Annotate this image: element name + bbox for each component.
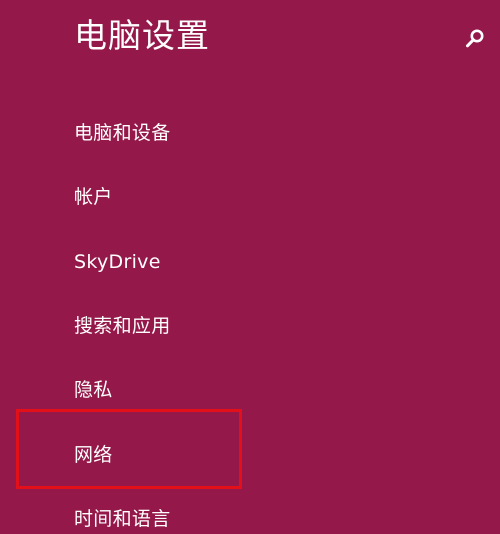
nav-item-accounts[interactable]: 帐户 [74,182,113,212]
nav-item-search-and-apps[interactable]: 搜索和应用 [74,311,171,341]
nav-item-pc-and-devices[interactable]: 电脑和设备 [74,118,171,148]
nav-item-time-and-language[interactable]: 时间和语言 [74,504,171,534]
nav-item-privacy[interactable]: 隐私 [74,375,113,405]
nav-item-skydrive[interactable]: SkyDrive [74,247,161,277]
settings-nav: 电脑和设备 帐户 SkyDrive 搜索和应用 隐私 网络 时间和语言 [0,0,500,531]
nav-item-network[interactable]: 网络 [74,440,113,470]
